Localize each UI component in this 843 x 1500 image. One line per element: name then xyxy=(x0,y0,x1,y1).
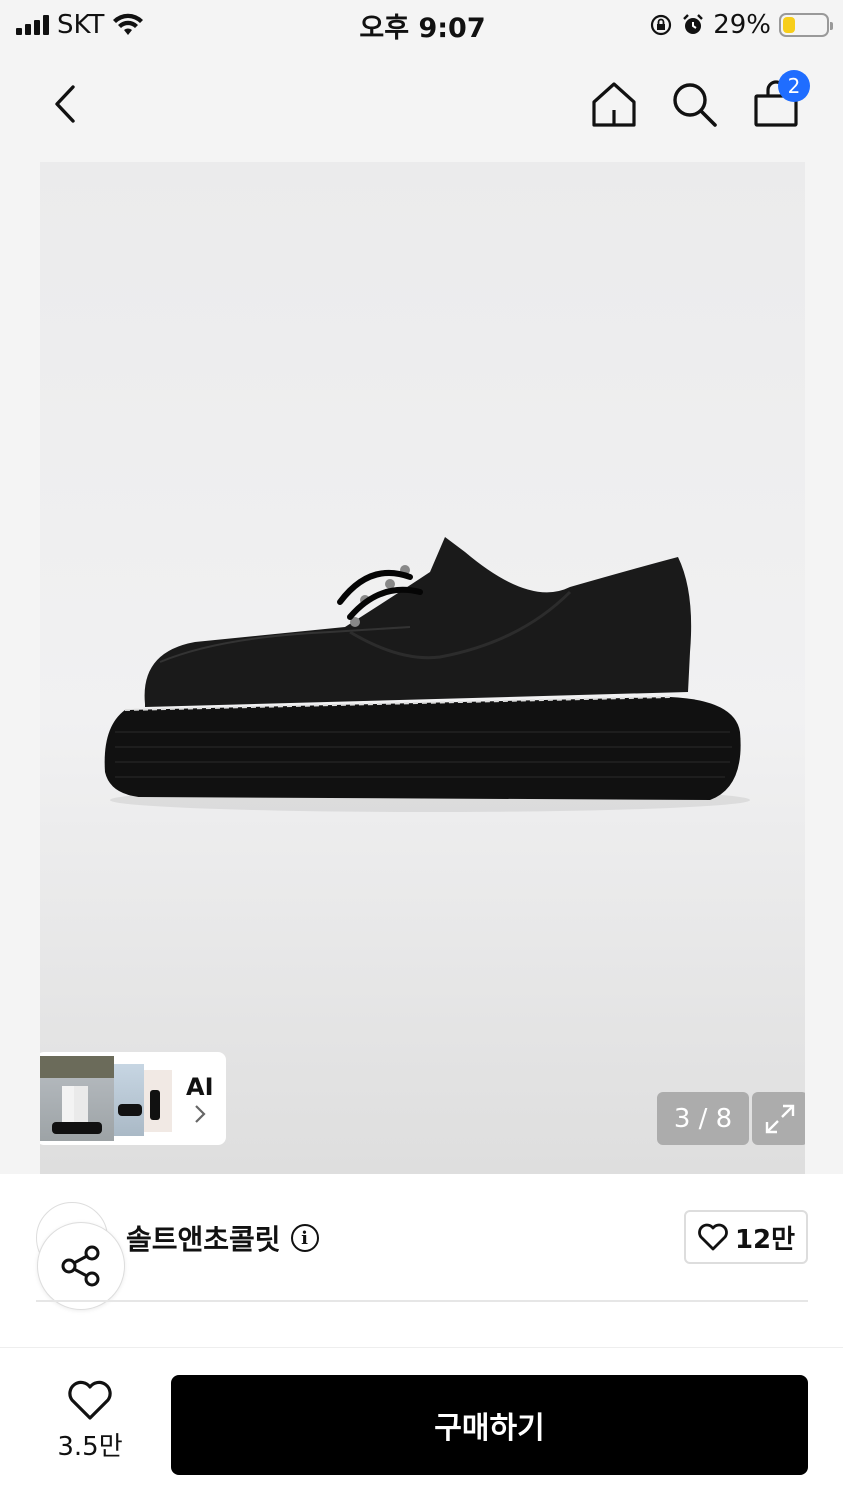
status-time: 오후 9:07 xyxy=(359,12,486,44)
back-icon xyxy=(55,85,75,123)
brand-like-count: 12만 xyxy=(734,1224,796,1255)
alarm-icon xyxy=(683,14,704,34)
thumbnail-image xyxy=(144,1070,172,1132)
divider xyxy=(36,1300,808,1302)
thumbnail-image xyxy=(114,1064,144,1136)
share-icon xyxy=(61,1245,100,1287)
battery-icon xyxy=(779,13,833,37)
buy-button[interactable]: 구매하기 xyxy=(171,1375,808,1475)
cart-button[interactable]: 2 xyxy=(748,70,810,132)
chevron-right-icon xyxy=(194,1104,206,1123)
rotation-lock-icon xyxy=(651,14,672,36)
cart-badge: 2 xyxy=(778,70,810,102)
thumbnail-image xyxy=(40,1056,114,1141)
ai-label: AI xyxy=(186,1072,214,1101)
home-button[interactable] xyxy=(586,76,642,132)
heart-icon xyxy=(68,1380,112,1420)
wishlist-button[interactable]: 3.5만 xyxy=(40,1378,140,1468)
status-left: SKT xyxy=(16,10,276,40)
search-icon xyxy=(673,83,717,127)
wifi-icon xyxy=(113,13,144,35)
heart-icon xyxy=(698,1223,728,1251)
expand-icon xyxy=(765,1104,795,1133)
status-right: 29% xyxy=(569,10,833,40)
brand-name: 솔트앤초콜릿 xyxy=(126,1223,281,1256)
nav-bar: 2 xyxy=(0,50,843,160)
brand-link[interactable]: 솔트앤초콜릿 i xyxy=(126,1218,319,1258)
brand-like-button[interactable]: 12만 xyxy=(684,1210,808,1264)
battery-percent: 29% xyxy=(713,10,771,40)
image-counter: 3 / 8 xyxy=(657,1092,749,1145)
product-image xyxy=(104,537,750,812)
search-button[interactable] xyxy=(666,76,722,132)
ai-label-group: AI xyxy=(186,1073,214,1125)
status-bar: SKT 오후 9:07 29% xyxy=(0,0,843,50)
home-icon xyxy=(592,82,636,127)
ai-recommend-card[interactable]: AI xyxy=(40,1052,226,1145)
expand-button[interactable] xyxy=(752,1092,805,1145)
ai-thumbnails xyxy=(40,1056,176,1141)
product-image-gallery[interactable]: AI 3 / 8 xyxy=(40,162,805,1174)
info-icon[interactable]: i xyxy=(290,1224,319,1252)
share-button[interactable] xyxy=(37,1222,125,1310)
bottom-action-bar: 3.5만 구매하기 xyxy=(0,1347,843,1500)
wishlist-count: 3.5만 xyxy=(57,1432,123,1462)
carrier-label: SKT xyxy=(57,10,105,40)
signal-icon xyxy=(16,15,49,35)
back-button[interactable] xyxy=(38,76,94,132)
